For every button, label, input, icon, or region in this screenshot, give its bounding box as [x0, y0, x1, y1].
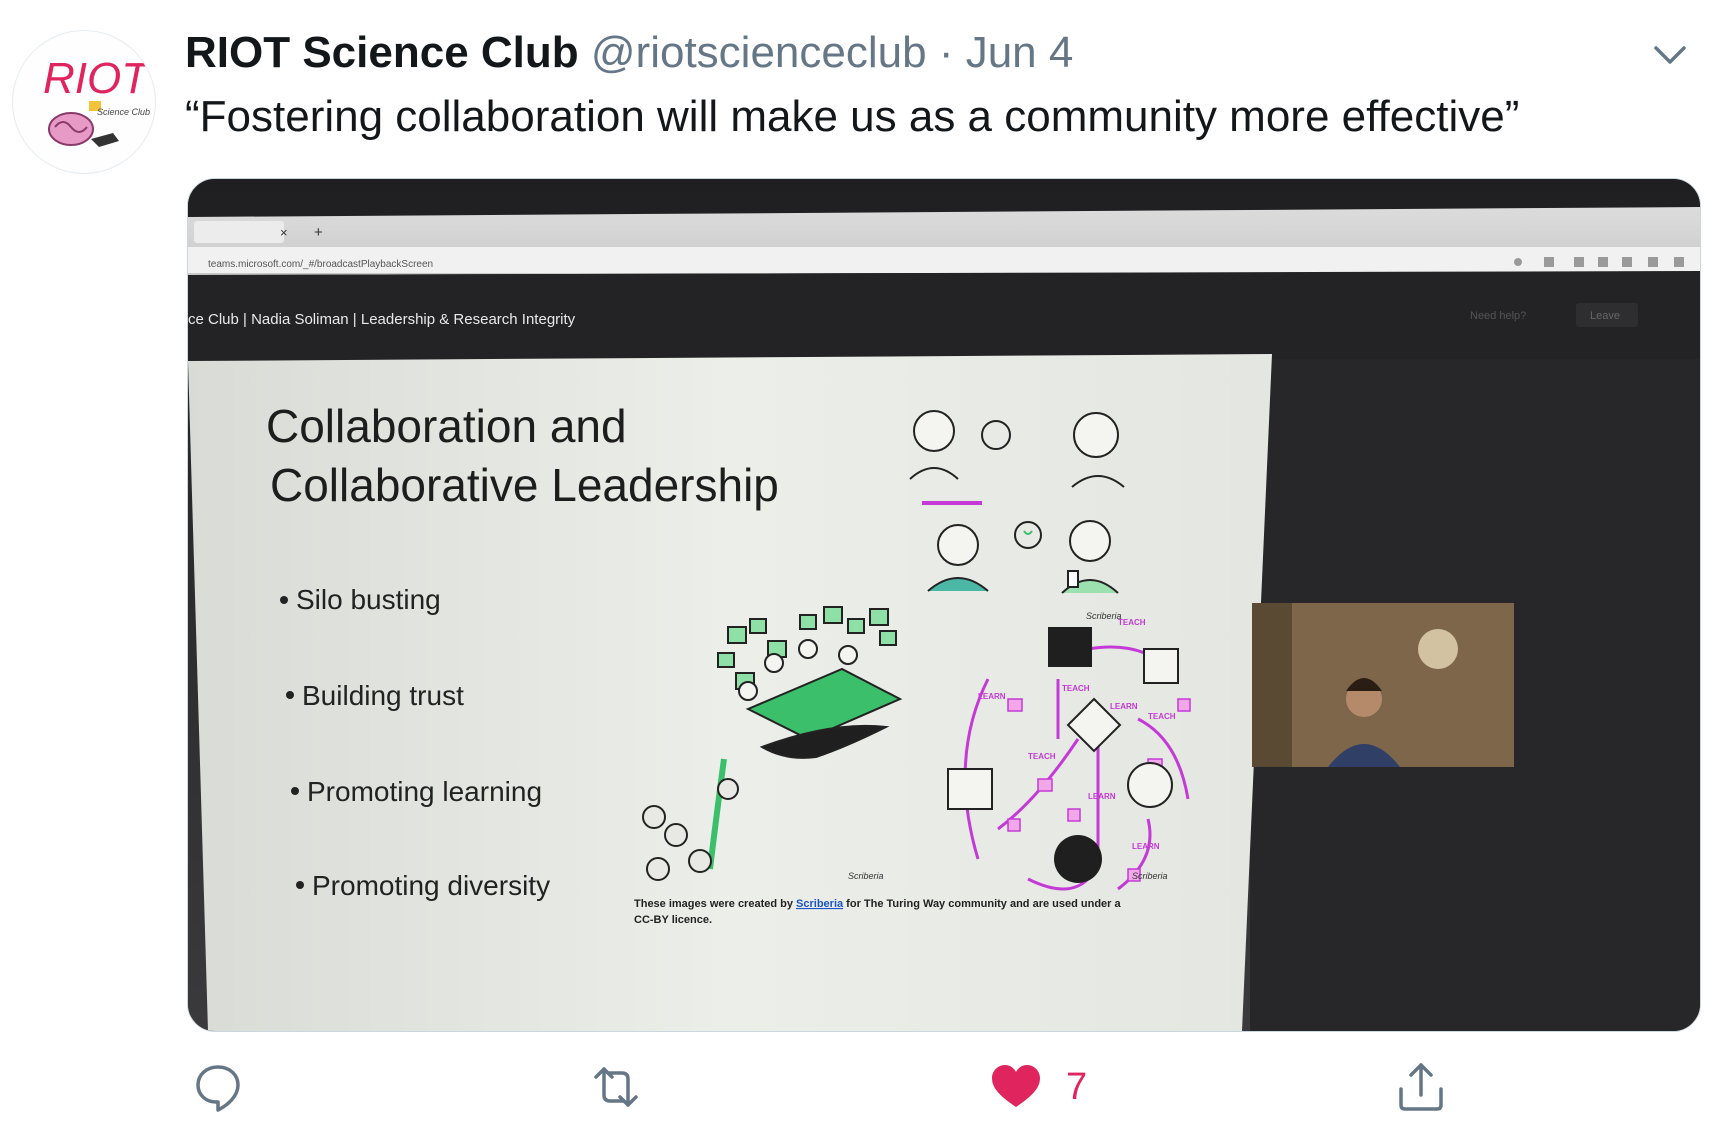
share-button[interactable]	[1393, 1052, 1449, 1122]
chevron-down-icon[interactable]	[1650, 40, 1690, 70]
slide-credit-line1: These images were created by Scriberia f…	[634, 898, 1121, 910]
like-icon	[992, 1065, 1040, 1107]
header-separator: ·	[938, 28, 954, 77]
tweet-photo[interactable]: × + teams.microsoft.com/_#/broadcastPlay…	[187, 178, 1701, 1032]
tweet-header: RIOT Science Club @riotscienceclub · Jun…	[185, 28, 1073, 78]
tweet-text: “Fostering collaboration will make us as…	[185, 92, 1520, 141]
illustration-signature-2: Scriberia	[848, 871, 884, 881]
like-count: 7	[1066, 1065, 1088, 1108]
retweet-icon	[594, 1067, 638, 1107]
credit-link[interactable]: Scriberia	[796, 898, 844, 910]
presenter-video[interactable]	[1252, 603, 1514, 767]
need-help-link[interactable]: Need help?	[1470, 310, 1526, 322]
author-handle[interactable]: @riotscienceclub	[591, 28, 927, 77]
map-label-6: TEACH	[1028, 752, 1056, 761]
slide-title-line2: Collaborative Leadership	[270, 459, 779, 511]
browser-url[interactable]: teams.microsoft.com/_#/broadcastPlayback…	[208, 259, 433, 270]
slide-bullet-2: Building trust	[302, 680, 464, 711]
like-button[interactable]: 7	[988, 1052, 1087, 1122]
map-label-8: LEARN	[1132, 842, 1160, 851]
reply-button[interactable]	[190, 1052, 246, 1122]
tweet-actions: 7	[0, 1052, 1724, 1122]
riot-logo-icon: RIOT Science Club	[14, 32, 154, 172]
tweet-date[interactable]: Jun 4	[966, 28, 1074, 77]
credit-prefix: These images were created by	[634, 898, 796, 910]
browser-chrome: × + teams.microsoft.com/_#/broadcastPlay…	[188, 207, 1700, 275]
slide-bullet-4: Promoting diversity	[312, 870, 550, 901]
avatar[interactable]: RIOT Science Club	[12, 30, 156, 174]
screen-photo: × + teams.microsoft.com/_#/broadcastPlay…	[188, 179, 1700, 1031]
avatar-logo-text: RIOT	[43, 54, 151, 103]
presentation-slide: Collaboration and Collaborative Leadersh…	[188, 354, 1272, 1031]
author-name[interactable]: RIOT Science Club	[185, 28, 579, 77]
map-label-7: LEARN	[1088, 792, 1116, 801]
credit-suffix: for The Turing Way community and are use…	[843, 898, 1121, 910]
map-label-2: LEARN	[978, 692, 1006, 701]
avatar-logo-subtext: Science Club	[97, 107, 150, 117]
tab-close-icon[interactable]: ×	[280, 225, 288, 240]
meeting-title: ce Club | Nadia Soliman | Leadership & R…	[188, 311, 576, 328]
map-label-4: LEARN	[1110, 702, 1138, 711]
slide-title-line1: Collaboration and	[266, 400, 627, 452]
map-label-3: TEACH	[1062, 684, 1090, 693]
slide-bullet-3: Promoting learning	[307, 776, 542, 807]
new-tab-icon[interactable]: +	[314, 224, 323, 241]
share-icon	[1399, 1063, 1443, 1111]
leave-button-label: Leave	[1590, 310, 1620, 322]
slide-credit-line2: CC-BY licence.	[634, 914, 712, 926]
reply-icon	[196, 1065, 240, 1112]
map-label-1: TEACH	[1118, 618, 1146, 627]
illustration-signature-3: Scriberia	[1132, 871, 1168, 881]
slide-bullet-1: Silo busting	[296, 584, 441, 615]
retweet-button[interactable]	[588, 1052, 644, 1122]
map-label-5: TEACH	[1148, 712, 1176, 721]
illustration-signature-1: Scriberia	[1086, 611, 1122, 621]
